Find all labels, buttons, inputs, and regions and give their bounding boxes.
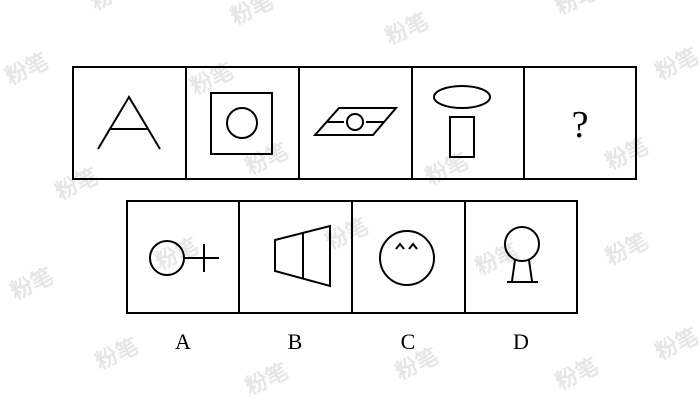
puzzle-diagram: 粉笔 粉笔 粉笔 粉笔 粉笔 粉笔 粉笔 粉笔 粉笔 粉笔 粉笔 粉笔 粉笔 粉… (2, 0, 700, 400)
question-row: ? (72, 66, 637, 180)
question-mark: ? (572, 104, 589, 146)
watermark: 粉笔 (602, 228, 653, 270)
watermark: 粉笔 (602, 133, 653, 175)
watermark: 粉笔 (652, 323, 700, 365)
option-label-d: D (513, 329, 529, 354)
watermark: 粉笔 (382, 8, 433, 50)
watermark: 粉笔 (87, 0, 138, 15)
watermark: 粉笔 (2, 48, 53, 90)
watermark: 粉笔 (552, 353, 603, 395)
watermark: 粉笔 (422, 148, 473, 190)
ellipse-over-rectangle-icon (433, 85, 491, 158)
question-cell-4 (411, 66, 525, 180)
watermark: 粉笔 (552, 0, 603, 20)
option-cell-b[interactable] (238, 200, 353, 314)
trapezoid-with-line-icon (274, 224, 331, 288)
circle-in-square-icon (210, 92, 273, 155)
option-cell-c[interactable] (351, 200, 466, 314)
watermark: 粉笔 (52, 163, 103, 205)
watermark: 粉笔 (652, 43, 700, 85)
watermark: 粉笔 (242, 358, 293, 400)
option-row: A B C D (126, 200, 578, 354)
watermark: 粉笔 (242, 138, 293, 180)
question-cell-3 (298, 66, 413, 180)
option-label-a: A (175, 329, 191, 354)
watermark: 粉笔 (152, 233, 203, 275)
watermark: 粉笔 (92, 333, 143, 375)
watermark: 粉笔 (7, 263, 58, 305)
question-cell-1 (72, 66, 187, 180)
option-label-b: B (288, 329, 303, 354)
watermark: 粉笔 (392, 343, 443, 385)
smiley-circle-icon (379, 230, 435, 286)
option-label-c: C (401, 329, 416, 354)
circle-in-parallelogram-icon (312, 107, 399, 136)
watermark: 粉笔 (227, 0, 278, 30)
letter-a-icon (97, 95, 161, 150)
